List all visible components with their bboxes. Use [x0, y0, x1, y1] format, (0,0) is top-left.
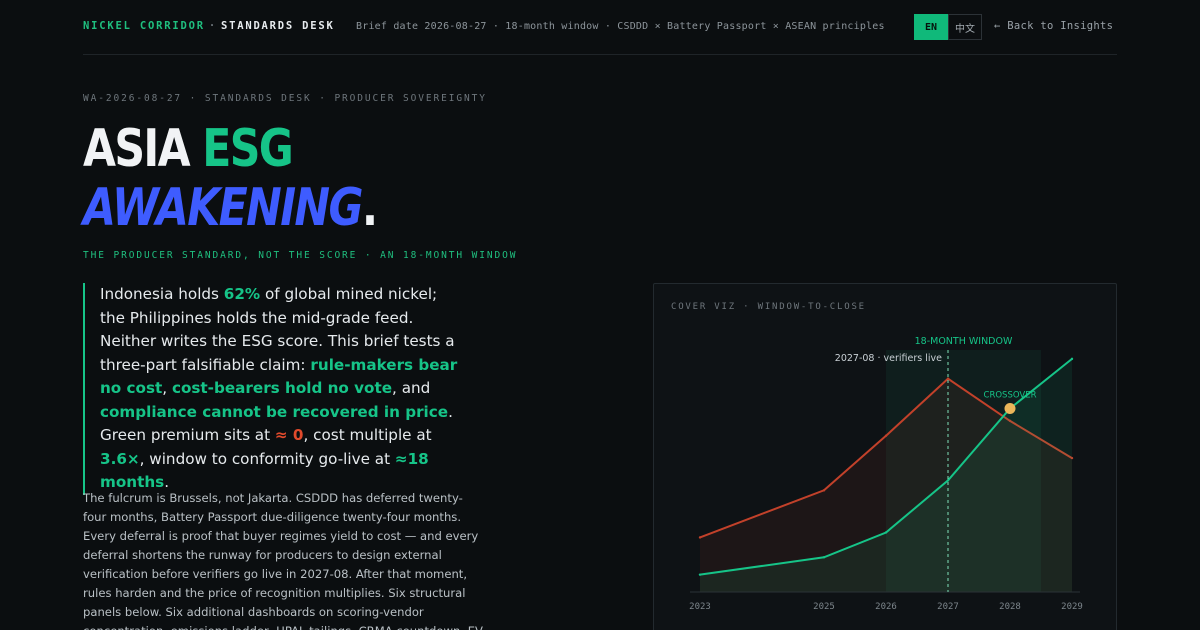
window-to-close-chart: 18-MONTH WINDOW 2027-08 · verifiers live C… — [689, 336, 1083, 612]
x-tick-label: 2025 — [813, 602, 835, 612]
lede-highlight-claim-3: compliance cannot be recovered in price — [100, 402, 449, 421]
header-divider — [83, 54, 1117, 55]
hero-title-dot: . — [361, 178, 378, 238]
window-band-label: 18-MONTH WINDOW — [915, 336, 1013, 347]
hero-title-line-2: AWAKENING. — [83, 182, 378, 234]
brand-secondary: STANDARDS DESK — [220, 20, 335, 32]
series-2-point — [822, 556, 826, 559]
lang-en-button[interactable]: EN — [914, 14, 948, 40]
lede-text: , cost multiple at — [303, 426, 432, 444]
x-tick-label: 2023 — [689, 602, 711, 612]
x-tick-label: 2029 — [1061, 602, 1083, 612]
brand[interactable]: NICKEL CORRIDOR · STANDARDS DESK — [83, 20, 335, 32]
hero-subkicker: THE PRODUCER STANDARD, NOT THE SCORE · A… — [83, 250, 518, 261]
series-1-point — [698, 536, 702, 539]
hero-title-word-asia: ASIA — [83, 119, 191, 179]
hero-kicker: WA-2026-08-27 · STANDARDS DESK · PRODUCE… — [83, 93, 487, 104]
series-1-point — [884, 434, 888, 437]
series-2-point — [1070, 357, 1074, 361]
crossover-point — [1004, 402, 1016, 414]
lede-text: , — [162, 379, 172, 397]
series-1-point — [946, 377, 950, 380]
lede-paragraph: Indonesia holds 62% of global mined nick… — [83, 283, 463, 495]
series-2-point — [884, 531, 888, 534]
lede-highlight-share: 62% — [223, 285, 261, 303]
hero-title-word-esg: ESG — [202, 119, 294, 179]
hero-title-line-1: ASIA ESG — [83, 123, 294, 175]
top-bar: NICKEL CORRIDOR · STANDARDS DESK Brief dat… — [0, 0, 1200, 55]
lede-highlight-multiple: 3.6× — [100, 449, 140, 468]
brief-meta: Brief date 2026-08-27 · 18-month window … — [356, 21, 885, 32]
series-2-point — [946, 479, 950, 482]
x-tick-label: 2026 — [875, 602, 897, 612]
lede-text: , and — [392, 379, 431, 397]
back-to-insights-link[interactable]: ← Back to Insights — [994, 20, 1113, 32]
language-switch: EN 中文 — [914, 14, 982, 40]
x-tick-label: 2028 — [999, 602, 1021, 612]
series-2-point — [698, 573, 702, 576]
cover-viz-panel: COVER VIZ · WINDOW-TO-CLOSE 18-MONTH WIN… — [653, 283, 1117, 630]
crossover-label: CROSSOVER — [984, 390, 1037, 400]
body-paragraph: The fulcrum is Brussels, not Jakarta. CS… — [83, 491, 483, 630]
lede-highlight-claim-2: cost-bearers hold no vote — [171, 379, 393, 397]
x-tick-label: 2027 — [937, 602, 959, 612]
lede-text: Indonesia holds — [100, 285, 224, 303]
brand-separator: · — [208, 20, 217, 32]
lede-highlight-premium: ≈ 0 — [274, 426, 304, 444]
hero-title-word-awakening: AWAKENING — [83, 178, 363, 238]
series-1-point — [822, 489, 826, 492]
lang-zh-button[interactable]: 中文 — [948, 14, 982, 40]
lede-text: , window to conformity go-live at — [139, 449, 395, 468]
brand-primary: NICKEL CORRIDOR — [83, 20, 205, 32]
verifiers-live-label: 2027-08 · verifiers live — [835, 353, 942, 364]
